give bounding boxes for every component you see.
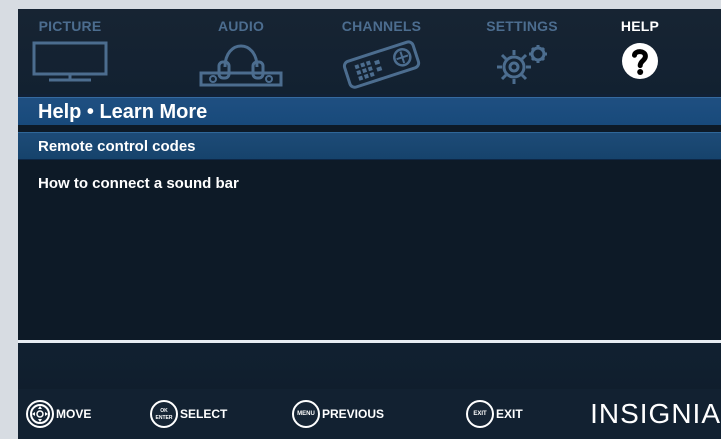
settings-icon: [482, 39, 562, 94]
tab-picture[interactable]: PICTURE: [28, 9, 112, 94]
audio-icon: [195, 39, 287, 92]
exit-button-icon: EXIT: [466, 400, 494, 428]
remote-icon: [337, 39, 427, 96]
brand-logo: INSIGNIA: [590, 398, 721, 429]
tab-help-label: HELP: [620, 18, 660, 34]
footer-select-label: SELECT: [180, 407, 228, 421]
page-title: Help • Learn More: [38, 101, 208, 123]
ok-button-top-text: OK: [160, 407, 168, 414]
footer-previous-label: PREVIOUS: [322, 407, 385, 421]
section-title-bar: Help • Learn More: [18, 97, 721, 126]
footer-previous: MENU PREVIOUS: [292, 397, 410, 431]
top-navigation: PICTURE AUDIO CHANNELS SETTINGS HELP: [18, 9, 721, 94]
footer-move-label: MOVE: [56, 407, 92, 421]
help-icon: [618, 39, 662, 86]
picture-icon: [29, 39, 111, 86]
menu-item-connect-sound-bar[interactable]: How to connect a sound bar: [18, 170, 721, 198]
tab-audio-label: AUDIO: [217, 18, 265, 34]
tab-settings[interactable]: SETTINGS: [473, 9, 571, 94]
tab-help[interactable]: HELP: [604, 9, 676, 94]
ok-button-icon: OK ENTER: [150, 400, 178, 428]
content-panel: Remote control codes How to connect a so…: [18, 125, 721, 389]
menu-button-icon: MENU: [292, 400, 320, 428]
tab-settings-label: SETTINGS: [486, 18, 558, 34]
footer-move: MOVE: [26, 397, 116, 431]
ok-button-bottom-text: ENTER: [155, 414, 173, 421]
menu-item-remote-control-codes[interactable]: Remote control codes: [18, 132, 721, 160]
footer-exit: EXIT EXIT: [466, 397, 538, 431]
dpad-icon: [26, 400, 54, 428]
lower-empty-area: [18, 343, 721, 389]
footer-select: OK ENTER SELECT: [150, 397, 246, 431]
footer-exit-label: EXIT: [496, 407, 523, 421]
tab-channels-label: CHANNELS: [341, 18, 422, 34]
tab-channels[interactable]: CHANNELS: [329, 9, 434, 94]
tab-picture-label: PICTURE: [38, 18, 102, 34]
tab-audio[interactable]: AUDIO: [192, 9, 290, 94]
button-hint-bar: MOVE OK ENTER SELECT MENU PREVIOUS EXIT …: [18, 389, 721, 439]
tv-menu-screen: PICTURE AUDIO CHANNELS SETTINGS HELP Hel…: [0, 0, 721, 439]
